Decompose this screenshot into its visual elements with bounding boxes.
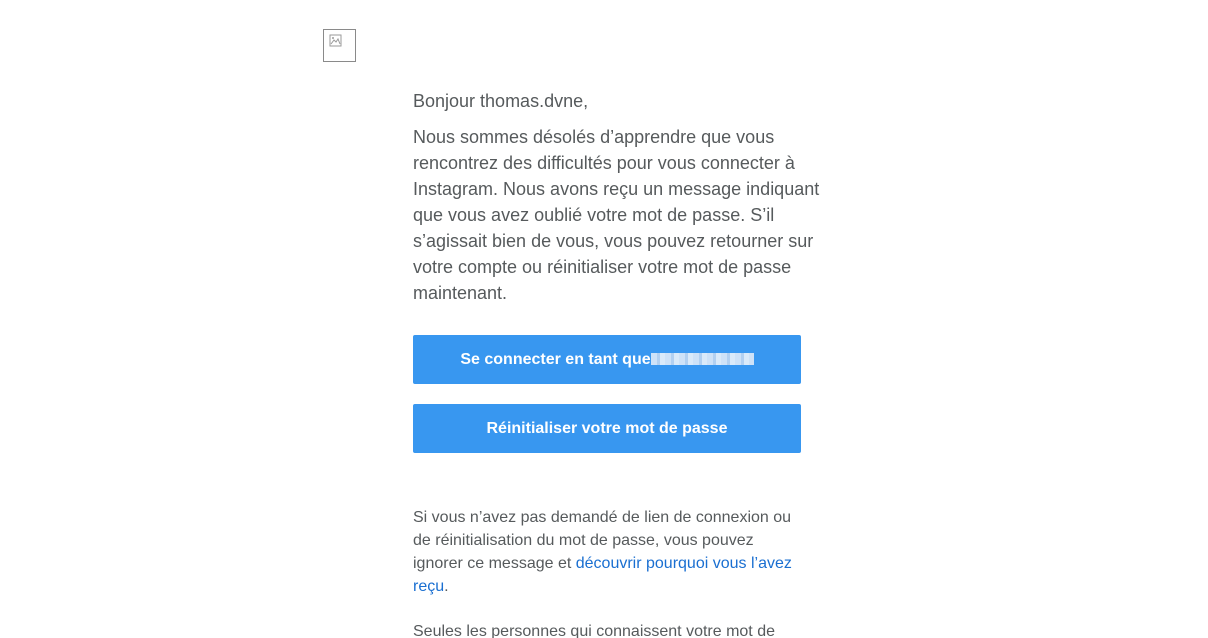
email-content: Bonjour thomas.dvne, Nous sommes désolés… <box>413 88 823 306</box>
broken-image-icon <box>323 29 356 62</box>
email-footer: Si vous n’avez pas demandé de lien de co… <box>413 506 803 638</box>
login-as-button[interactable]: Se connecter en tant que <box>413 335 801 384</box>
greeting: Bonjour thomas.dvne, <box>413 91 589 111</box>
redacted-username <box>650 353 754 365</box>
reset-button-label: Réinitialiser votre mot de passe <box>486 420 728 437</box>
image-placeholder-icon <box>329 34 342 47</box>
login-button-label: Se connecter en tant que <box>460 351 651 368</box>
email-body: Nous sommes désolés d’apprendre que vous… <box>413 127 820 303</box>
footer-second-paragraph: Seules les personnes qui connaissent vot… <box>413 623 775 638</box>
footer-paragraph: Si vous n’avez pas demandé de lien de co… <box>413 506 803 598</box>
reset-password-button[interactable]: Réinitialiser votre mot de passe <box>413 404 801 453</box>
email-page: Bonjour thomas.dvne, Nous sommes désolés… <box>0 0 1208 638</box>
footer-period: . <box>444 578 449 595</box>
